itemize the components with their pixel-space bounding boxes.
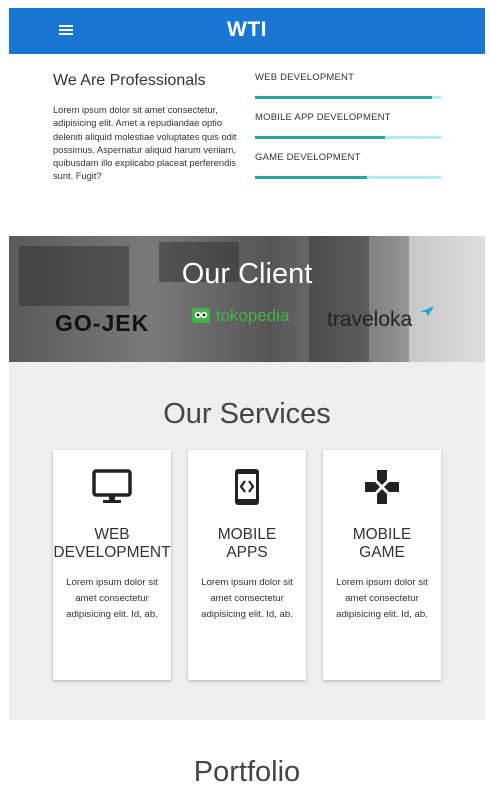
client-section: Our Client GO-JEK tokopedia traveloka [9,236,485,362]
tokopedia-logo: tokopedia [191,306,289,326]
traveloka-logo: traveloka [327,308,413,331]
service-card-title: MOBILE APPS [217,526,277,561]
mobile-code-icon [188,468,306,506]
about-text: Lorem ipsum dolor sit amet consectetur, … [53,105,237,182]
traveloka-bird-icon [420,306,434,316]
services-section: Our Services WEB DEVELOPMENT Lorem ipsum… [9,362,485,720]
skill-game: GAME DEVELOPMENT [255,152,443,192]
skill-progress-fill [255,136,386,139]
skill-progress-bar [255,96,441,99]
service-card-mobile-apps[interactable]: MOBILE APPS Lorem ipsum dolor sit amet c… [188,450,306,680]
skill-progress-fill [255,96,432,99]
page: WTI We Are Professionals Lorem ipsum dol… [9,0,485,796]
skill-web: WEB DEVELOPMENT [255,72,443,112]
service-card-text: Lorem ipsum dolor sit amet consectetur a… [336,577,428,620]
service-card-title: MOBILE GAME [352,526,412,561]
client-background-image [9,236,485,362]
skill-label: GAME DEVELOPMENT [255,152,361,163]
skills-list: WEB DEVELOPMENT MOBILE APP DEVELOPMENT G… [255,72,443,192]
skill-progress-bar [255,176,441,179]
tokopedia-logo-text: tokopedia [215,306,290,325]
about-section: We Are Professionals Lorem ipsum dolor s… [9,54,485,236]
brand-logo[interactable]: WTI [9,18,485,42]
gojek-logo: GO-JEK [55,310,150,336]
gamepad-icon [323,468,441,506]
skill-progress-bar [255,136,441,139]
services-title: Our Services [163,398,331,430]
skill-label: WEB DEVELOPMENT [255,72,355,83]
client-title: Our Client [181,258,313,290]
service-card-text: Lorem ipsum dolor sit amet consectetur a… [66,577,158,620]
skill-mobile-app: MOBILE APP DEVELOPMENT [255,112,443,152]
service-card-web[interactable]: WEB DEVELOPMENT Lorem ipsum dolor sit am… [53,450,171,680]
service-card-text: Lorem ipsum dolor sit amet consectetur a… [201,577,293,620]
skill-progress-fill [255,176,367,179]
top-app-bar: WTI [9,8,485,54]
about-title: We Are Professionals [53,72,206,89]
service-card-mobile-game[interactable]: MOBILE GAME Lorem ipsum dolor sit amet c… [323,450,441,680]
skill-label: MOBILE APP DEVELOPMENT [255,112,391,123]
monitor-icon [53,468,171,506]
portfolio-section: Portfolio [9,720,485,796]
tokopedia-owl-icon [192,308,210,323]
portfolio-title: Portfolio [193,756,301,788]
service-card-title: WEB DEVELOPMENT [53,526,171,561]
